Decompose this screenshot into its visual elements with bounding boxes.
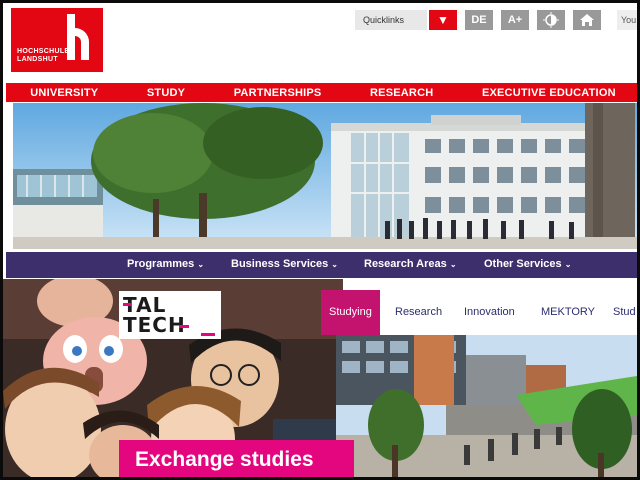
taltech-logo[interactable]: TAL TECH: [119, 291, 221, 339]
tab-mektory[interactable]: MEKTORY: [541, 290, 595, 335]
logo-h-mark: [67, 14, 93, 60]
nav-item-study[interactable]: STUDY: [147, 87, 185, 99]
chevron-down-icon: ⌄: [331, 260, 338, 269]
font-size-button[interactable]: A+: [501, 10, 529, 30]
logo-accent-bar: [201, 333, 215, 336]
chevron-down-icon[interactable]: ▼: [429, 10, 457, 30]
tab-students[interactable]: Stud: [613, 290, 636, 335]
screenshot-frame: HOCHSCHULE LANDSHUT Quicklinks ▼ DE A+ Y…: [0, 0, 640, 480]
sub-navigation: Programmes ⌄ Business Services ⌄ Researc…: [6, 252, 637, 278]
search-input[interactable]: You: [617, 10, 637, 30]
language-button[interactable]: DE: [465, 10, 493, 30]
taltech-campus-photo: [336, 335, 637, 477]
logo-text: HOCHSCHULE LANDSHUT: [17, 48, 70, 63]
taltech-site: TAL TECH Studying Research Innovation ME…: [3, 279, 637, 477]
landshut-logo[interactable]: HOCHSCHULE LANDSHUT: [11, 8, 103, 72]
quicklinks-dropdown[interactable]: Quicklinks: [355, 10, 427, 30]
chevron-down-icon: ⌄: [564, 260, 572, 269]
subnav-item-programmes[interactable]: Programmes ⌄: [127, 258, 204, 270]
subnav-item-business-services[interactable]: Business Services ⌄: [231, 258, 338, 270]
home-button[interactable]: [573, 10, 601, 30]
campus-building-illustration: [13, 103, 637, 249]
logo-accent-bar: [179, 325, 189, 328]
logo-accent-bar: [123, 303, 131, 306]
nav-item-partnerships[interactable]: PARTNERSHIPS: [234, 87, 322, 99]
nav-item-research[interactable]: RESEARCH: [370, 87, 433, 99]
tab-research[interactable]: Research: [395, 290, 442, 335]
main-navigation: UNIVERSITY STUDY PARTNERSHIPS RESEARCH E…: [6, 83, 637, 102]
subnav-item-other-services[interactable]: Other Services ⌄: [484, 258, 571, 270]
chevron-down-icon: ⌄: [449, 260, 457, 269]
subnav-item-research-areas[interactable]: Research Areas ⌄: [364, 258, 457, 270]
nav-item-executive-education[interactable]: EXECUTIVE EDUCATION: [482, 87, 616, 99]
campus-square-illustration: [336, 335, 637, 477]
campus-hero-image: [13, 103, 637, 249]
chevron-down-icon: ⌄: [197, 260, 205, 269]
taltech-navigation: Studying Research Innovation MEKTORY Stu…: [321, 290, 637, 335]
contrast-icon: [543, 12, 559, 28]
exchange-studies-banner[interactable]: Exchange studies: [119, 440, 354, 477]
tab-innovation[interactable]: Innovation: [464, 290, 515, 335]
landshut-site: HOCHSCHULE LANDSHUT Quicklinks ▼ DE A+ Y…: [3, 3, 637, 279]
tab-studying[interactable]: Studying: [321, 290, 380, 335]
contrast-button[interactable]: [537, 10, 565, 30]
nav-item-university[interactable]: UNIVERSITY: [30, 87, 98, 99]
home-icon: [580, 14, 594, 26]
